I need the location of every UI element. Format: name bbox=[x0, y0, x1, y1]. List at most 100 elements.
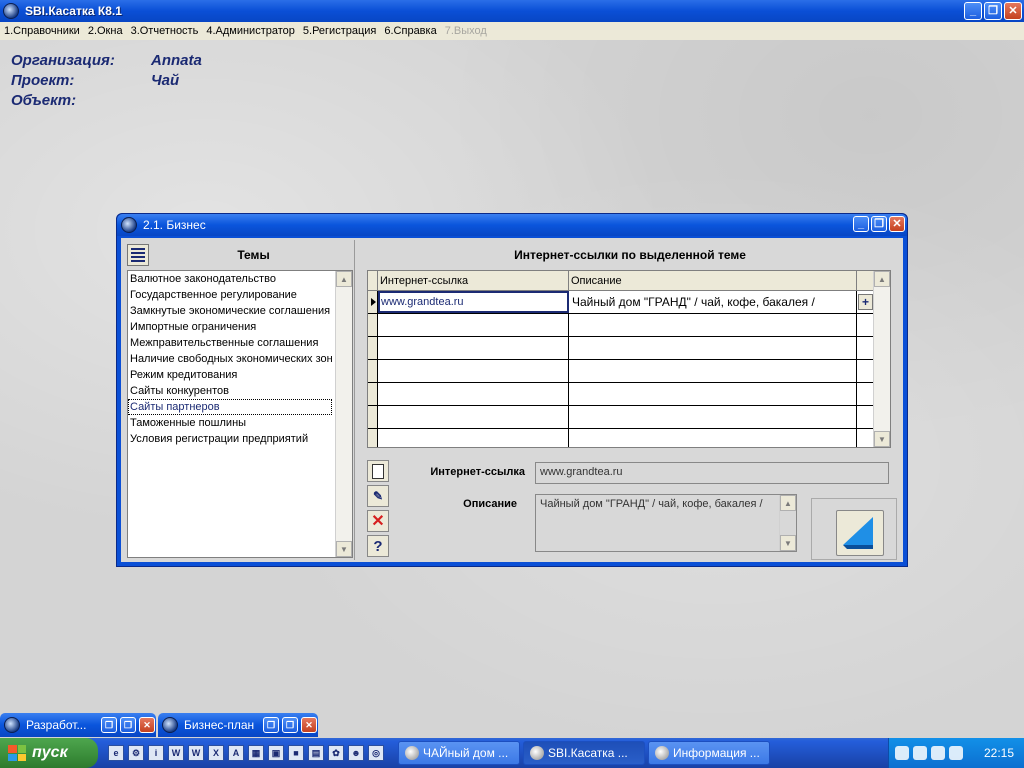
table-row[interactable]: www.grandtea.ru Чайный дом "ГРАНД" / чай… bbox=[368, 291, 874, 314]
tray-arrow-icon[interactable] bbox=[895, 746, 909, 760]
return-button[interactable] bbox=[836, 510, 884, 556]
list-item[interactable]: Межправительственные соглашения bbox=[128, 335, 332, 351]
calculator-icon[interactable]: ▦ bbox=[248, 745, 264, 761]
menu-exit: 7.Выход bbox=[444, 25, 487, 37]
network-icon[interactable]: ⚙ bbox=[128, 745, 144, 761]
tray-user-icon[interactable] bbox=[949, 746, 963, 760]
restore-button[interactable]: ❐ bbox=[263, 717, 279, 733]
scroll-up-icon[interactable]: ▲ bbox=[874, 271, 890, 287]
business-window-titlebar[interactable]: 2.1. Бизнес _ ❐ ✕ bbox=[117, 214, 907, 236]
table-row[interactable] bbox=[368, 360, 874, 383]
help-icon[interactable]: ? bbox=[367, 535, 389, 557]
close-button[interactable]: ✕ bbox=[139, 717, 155, 733]
list-item-selected[interactable]: Сайты партнеров bbox=[128, 399, 332, 415]
excel-icon[interactable]: X bbox=[208, 745, 224, 761]
menu-registration[interactable]: 5.Регистрация bbox=[299, 25, 380, 37]
minimize-button[interactable]: _ bbox=[964, 2, 982, 20]
cell-description[interactable]: Чайный дом "ГРАНД" / чай, кофе, бакалея … bbox=[569, 291, 857, 313]
scroll-down-icon[interactable]: ▼ bbox=[874, 431, 890, 447]
description-text: Чайный дом "ГРАНД" / чай, кофе, бакалея … bbox=[540, 498, 763, 510]
task-button-active[interactable]: SBI.Касатка ... bbox=[523, 741, 645, 765]
flower-icon[interactable]: ✿ bbox=[328, 745, 344, 761]
table-row[interactable] bbox=[368, 429, 874, 447]
tray-network-icon[interactable] bbox=[931, 746, 945, 760]
opera-icon[interactable]: ◎ bbox=[368, 745, 384, 761]
table-row[interactable] bbox=[368, 406, 874, 429]
info-icon[interactable]: i bbox=[148, 745, 164, 761]
task-title: ЧАЙный дом ... bbox=[423, 746, 509, 760]
menu-directories[interactable]: 1.Справочники bbox=[0, 25, 84, 37]
menu-help[interactable]: 6.Справка bbox=[380, 25, 440, 37]
word-icon[interactable]: W bbox=[168, 745, 184, 761]
organization-label: Организация: bbox=[11, 52, 115, 69]
close-button[interactable]: ✕ bbox=[301, 717, 317, 733]
menu-bar: 1.Справочники 2.Окна 3.Отчетность 4.Адми… bbox=[0, 22, 1024, 40]
list-item[interactable]: Импортные ограничения bbox=[128, 319, 332, 335]
scroll-down-icon[interactable]: ▼ bbox=[780, 535, 796, 551]
word-icon[interactable]: W bbox=[188, 745, 204, 761]
clock[interactable]: 22:15 bbox=[984, 746, 1014, 760]
add-link-button[interactable]: + bbox=[858, 294, 873, 310]
tray-antivirus-icon[interactable] bbox=[913, 746, 927, 760]
business-window: 2.1. Бизнес _ ❐ ✕ Темы Валютное законода… bbox=[116, 213, 908, 567]
minimized-window-2[interactable]: Бизнес-план ❐ ❐ ✕ bbox=[158, 713, 318, 737]
delete-icon[interactable]: ✕ bbox=[367, 510, 389, 532]
description-field[interactable]: Чайный дом "ГРАНД" / чай, кофе, бакалея … bbox=[535, 494, 797, 552]
list-item[interactable]: Таможенные пошлины bbox=[128, 415, 332, 431]
table-row[interactable] bbox=[368, 337, 874, 360]
menu-windows[interactable]: 2.Окна bbox=[84, 25, 127, 37]
list-item[interactable]: Государственное регулирование bbox=[128, 287, 332, 303]
url-field[interactable]: www.grandtea.ru bbox=[535, 462, 889, 484]
window-minimize-button[interactable]: _ bbox=[853, 216, 869, 232]
new-document-icon[interactable] bbox=[367, 460, 389, 482]
topics-panel: Темы Валютное законодательство Государст… bbox=[123, 240, 355, 560]
table-row[interactable] bbox=[368, 383, 874, 406]
start-button[interactable]: пуск bbox=[0, 738, 98, 768]
column-header-description[interactable]: Описание bbox=[569, 271, 857, 290]
ie-icon[interactable]: e bbox=[108, 745, 124, 761]
edit-icon[interactable]: ✎ bbox=[367, 485, 389, 507]
topics-list[interactable]: Валютное законодательство Государственно… bbox=[127, 270, 353, 558]
close-button[interactable]: ✕ bbox=[1004, 2, 1022, 20]
menu-administrator[interactable]: 4.Администратор bbox=[202, 25, 299, 37]
list-item[interactable]: Замкнутые экономические соглашения bbox=[128, 303, 332, 319]
window-maximize-button[interactable]: ❐ bbox=[871, 216, 887, 232]
cell-url[interactable]: www.grandtea.ru bbox=[378, 291, 569, 313]
window-logo-icon bbox=[121, 217, 137, 233]
description-scrollbar[interactable]: ▲ ▼ bbox=[779, 495, 796, 551]
monitor-icon[interactable]: ■ bbox=[288, 745, 304, 761]
maximize-button[interactable]: ❐ bbox=[120, 717, 136, 733]
scroll-up-icon[interactable]: ▲ bbox=[336, 271, 352, 287]
grid-scrollbar[interactable]: ▲ ▼ bbox=[873, 271, 890, 447]
menu-reports[interactable]: 3.Отчетность bbox=[127, 25, 203, 37]
links-grid[interactable]: Интернет-ссылка Описание www.grandtea.ru… bbox=[367, 270, 891, 448]
system-tray: 22:15 bbox=[888, 738, 1024, 768]
restore-button[interactable]: ❐ bbox=[101, 717, 117, 733]
task-title: Информация ... bbox=[673, 746, 760, 760]
windows-logo-icon bbox=[8, 745, 26, 761]
list-item[interactable]: Сайты конкурентов bbox=[128, 383, 332, 399]
task-button[interactable]: Информация ... bbox=[648, 741, 770, 765]
folder-icon[interactable]: ▤ bbox=[308, 745, 324, 761]
column-header-url[interactable]: Интернет-ссылка bbox=[378, 271, 569, 290]
maximize-button[interactable]: ❐ bbox=[984, 2, 1002, 20]
scroll-down-icon[interactable]: ▼ bbox=[336, 541, 352, 557]
maximize-button[interactable]: ❐ bbox=[282, 717, 298, 733]
app-icon[interactable]: ▣ bbox=[268, 745, 284, 761]
scroll-up-icon[interactable]: ▲ bbox=[780, 495, 796, 511]
topics-scrollbar[interactable]: ▲ ▼ bbox=[335, 271, 352, 557]
current-row-arrow-icon bbox=[371, 298, 376, 306]
table-row[interactable] bbox=[368, 314, 874, 337]
record-toolbar: ✎ ✕ ? bbox=[367, 460, 389, 560]
minimized-window-1[interactable]: Разработ... ❐ ❐ ✕ bbox=[0, 713, 156, 737]
task-button[interactable]: ЧАЙный дом ... bbox=[398, 741, 520, 765]
app-title: SBI.Касатка К8.1 bbox=[25, 4, 122, 18]
list-item[interactable]: Режим кредитования bbox=[128, 367, 332, 383]
font-icon[interactable]: A bbox=[228, 745, 244, 761]
firefox-icon[interactable]: ☻ bbox=[348, 745, 364, 761]
list-item[interactable]: Наличие свободных экономических зон bbox=[128, 351, 332, 367]
list-item[interactable]: Условия регистрации предприятий bbox=[128, 431, 332, 447]
list-item[interactable]: Валютное законодательство bbox=[128, 271, 332, 287]
window-close-button[interactable]: ✕ bbox=[889, 216, 905, 232]
topics-menu-button[interactable] bbox=[127, 244, 149, 266]
